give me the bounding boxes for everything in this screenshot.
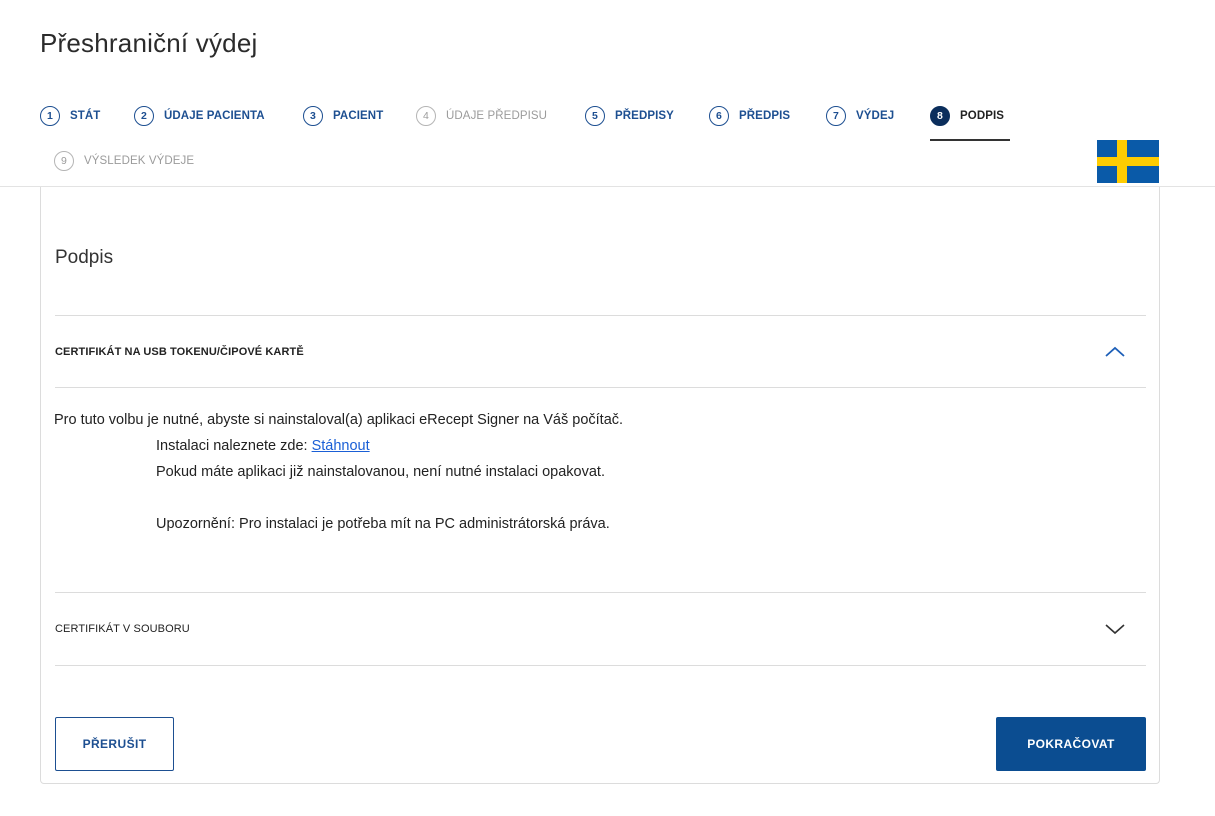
divider bbox=[55, 665, 1146, 666]
step-number: 5 bbox=[585, 106, 605, 126]
continue-button[interactable]: POKRAČOVAT bbox=[996, 717, 1146, 771]
step-vysledek-vydeje: 9 VÝSLEDEK VÝDEJE bbox=[54, 149, 194, 173]
chevron-down-icon bbox=[1105, 624, 1125, 635]
step-udaje-pacienta[interactable]: 2 ÚDAJE PACIENTA bbox=[134, 104, 265, 128]
step-label: VÝDEJ bbox=[856, 110, 895, 122]
step-label: PACIENT bbox=[333, 110, 384, 122]
admin-rights-warning: Upozornění: Pro instalaci je potřeba mít… bbox=[156, 516, 610, 532]
accordion-label: CERTIFIKÁT V SOUBORU bbox=[55, 623, 190, 635]
step-podpis[interactable]: 8 PODPIS bbox=[930, 104, 1010, 141]
accordion-usb-token-content: Pro tuto volbu je nutné, abyste si nains… bbox=[54, 407, 623, 537]
divider bbox=[55, 387, 1146, 388]
step-predpisy[interactable]: 5 PŘEDPISY bbox=[585, 104, 674, 128]
step-label: PŘEDPISY bbox=[615, 110, 674, 122]
accordion-file-certificate-header[interactable]: CERTIFIKÁT V SOUBORU bbox=[55, 593, 1146, 665]
step-label: ÚDAJE PŘEDPISU bbox=[446, 110, 548, 122]
step-vydej[interactable]: 7 VÝDEJ bbox=[826, 104, 894, 128]
step-pacient[interactable]: 3 PACIENT bbox=[303, 104, 383, 128]
step-label: PŘEDPIS bbox=[739, 110, 791, 122]
install-notice: Pro tuto volbu je nutné, abyste si nains… bbox=[54, 412, 624, 428]
already-installed-note: Pokud máte aplikaci již nainstalovanou, … bbox=[156, 464, 605, 480]
install-link-line: Instalaci naleznete zde: Stáhnout bbox=[54, 433, 623, 459]
step-number: 6 bbox=[709, 106, 729, 126]
active-step-indicator bbox=[930, 139, 1010, 141]
step-label: VÝSLEDEK VÝDEJE bbox=[84, 155, 195, 167]
step-number: 9 bbox=[54, 151, 74, 171]
accordion-label: CERTIFIKÁT NA USB TOKENU/ČIPOVÉ KARTĚ bbox=[55, 346, 304, 358]
step-number: 4 bbox=[416, 106, 436, 126]
sweden-flag-icon bbox=[1097, 140, 1159, 183]
step-predpis[interactable]: 6 PŘEDPIS bbox=[709, 104, 790, 128]
download-link[interactable]: Stáhnout bbox=[312, 438, 370, 454]
install-link-prefix: Instalaci naleznete zde: bbox=[156, 438, 312, 454]
step-number: 7 bbox=[826, 106, 846, 126]
card-title: Podpis bbox=[55, 247, 114, 268]
step-label: ÚDAJE PACIENTA bbox=[164, 110, 265, 122]
signature-card: Podpis CERTIFIKÁT NA USB TOKENU/ČIPOVÉ K… bbox=[40, 187, 1160, 784]
accordion-usb-token-header[interactable]: CERTIFIKÁT NA USB TOKENU/ČIPOVÉ KARTĚ bbox=[55, 316, 1146, 388]
step-label: PODPIS bbox=[960, 110, 1005, 122]
step-number: 2 bbox=[134, 106, 154, 126]
flag-cross-horizontal bbox=[1097, 157, 1159, 166]
step-number: 1 bbox=[40, 106, 60, 126]
chevron-up-icon bbox=[1105, 346, 1125, 357]
step-label: STÁT bbox=[70, 110, 101, 122]
step-stat[interactable]: 1 STÁT bbox=[40, 104, 100, 128]
step-number: 3 bbox=[303, 106, 323, 126]
step-number: 8 bbox=[930, 106, 950, 126]
cancel-button[interactable]: PŘERUŠIT bbox=[55, 717, 174, 771]
step-udaje-predpisu: 4 ÚDAJE PŘEDPISU bbox=[416, 104, 547, 128]
page-title: Přeshraniční výdej bbox=[40, 28, 258, 58]
